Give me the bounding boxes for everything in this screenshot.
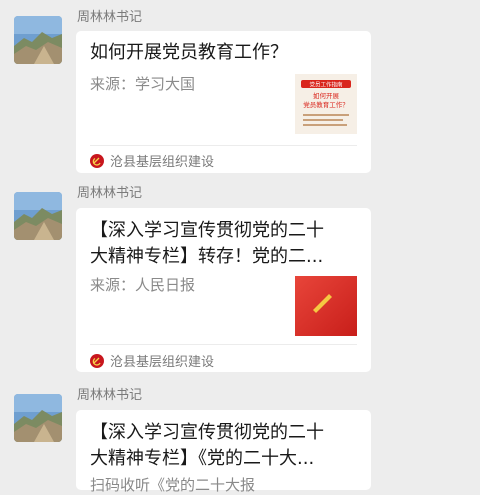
party-emblem-icon xyxy=(90,153,104,168)
card-divider xyxy=(90,145,357,146)
thumb-line-1: 如何开展 xyxy=(313,91,340,100)
official-account-footer[interactable]: 沧县基层组织建设 xyxy=(90,351,214,370)
official-account-footer[interactable]: 沧县基层组织建设 xyxy=(90,151,214,170)
article-source: 来源：人民日报 xyxy=(90,276,196,294)
card-divider xyxy=(90,344,357,345)
sender-name: 周林林书记 xyxy=(77,186,143,201)
party-emblem-icon xyxy=(90,353,104,368)
sender-name: 周林林书记 xyxy=(77,10,143,25)
article-card[interactable]: 如何开展党员教育工作？ 来源：学习大国 党员工作指南 如何开展 党员教育工作？ … xyxy=(76,31,371,173)
article-card[interactable]: 【深入学习宣传贯彻党的二十 大精神专栏】《党的二十大... 扫码收听《党的二十大… xyxy=(76,410,371,494)
sender-name: 周林林书记 xyxy=(77,388,143,403)
article-thumbnail: 党员工作指南 如何开展 党员教育工作？ xyxy=(295,74,357,134)
sender-avatar[interactable] xyxy=(14,394,62,442)
article-title: 【深入学习宣传贯彻党的二十 大精神专栏】转存！党的二... xyxy=(90,220,324,267)
article-thumbnail xyxy=(295,276,357,336)
article-source: 来源：学习大国 xyxy=(90,75,196,93)
official-account-name: 沧县基层组织建设 xyxy=(110,155,215,170)
thumb-tag: 党员工作指南 xyxy=(309,81,343,89)
article-card[interactable]: 【深入学习宣传贯彻党的二十 大精神专栏】转存！党的二... 来源：人民日报 沧县… xyxy=(76,208,371,372)
sender-avatar[interactable] xyxy=(14,192,62,240)
thumb-line-2: 党员教育工作？ xyxy=(303,100,349,109)
sender-avatar[interactable] xyxy=(14,16,62,64)
official-account-name: 沧县基层组织建设 xyxy=(110,355,215,370)
article-title: 【深入学习宣传贯彻党的二十 大精神专栏】《党的二十大... xyxy=(90,422,324,469)
article-source: 扫码收听《党的二十大报 xyxy=(90,476,256,494)
article-title: 如何开展党员教育工作？ xyxy=(90,42,288,63)
